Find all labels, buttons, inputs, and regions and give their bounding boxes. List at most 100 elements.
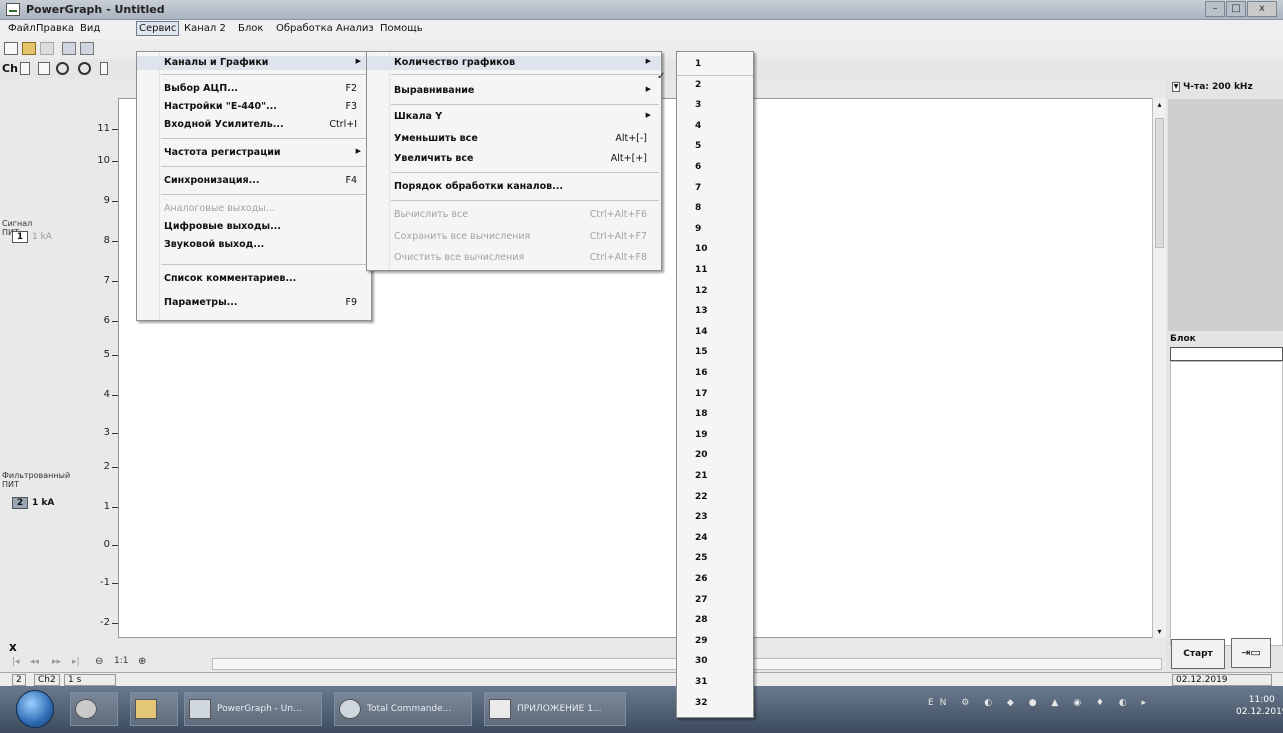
block-input[interactable] [1170, 347, 1283, 361]
close-button[interactable]: x [1247, 1, 1277, 17]
taskbar-document[interactable]: ПРИЛОЖЕНИЕ 1... [484, 692, 626, 726]
menu-item-count-28[interactable]: 28 [677, 614, 753, 630]
channel-dropdown-icon[interactable] [20, 62, 30, 75]
taskbar-powergraph[interactable]: PowerGraph - Un... [184, 692, 322, 726]
block-list[interactable] [1170, 361, 1283, 646]
menu-channel2[interactable]: Канал 2 [184, 23, 226, 34]
taskbar-total-commander[interactable]: Total Commande... [334, 692, 472, 726]
scroll-down-icon[interactable]: ▾ [1155, 627, 1164, 636]
zoom-out-time-icon[interactable]: ⊖ [95, 656, 103, 667]
zoom-in-time-icon[interactable]: ⊕ [138, 656, 146, 667]
menu-item-processing-order[interactable]: Порядок обработки каналов... [367, 180, 661, 194]
menu-item-channels-graphs[interactable]: Каналы и Графики ▶ [137, 56, 371, 70]
menu-view[interactable]: Вид [80, 23, 100, 34]
channel2-number[interactable]: 2 [12, 497, 28, 509]
menu-item-e440-settings[interactable]: Настройки "E-440"... F3 [137, 100, 371, 114]
save-icon[interactable] [62, 42, 76, 55]
zoom-out-icon[interactable] [78, 62, 91, 75]
chevron-down-icon[interactable]: ▼ [1172, 82, 1180, 92]
menu-item-count-16[interactable]: 16 [677, 367, 753, 383]
menu-item-count-18[interactable]: 18 [677, 408, 753, 424]
menu-help[interactable]: Помощь [380, 23, 423, 34]
menu-item-shrink-all[interactable]: Уменьшить все Alt+[-] [367, 132, 661, 146]
menu-item-comments-list[interactable]: Список комментариев... [137, 272, 371, 286]
channel2-scale[interactable]: 1 kA [32, 498, 54, 508]
menu-item-count-9[interactable]: 9 [677, 223, 753, 239]
scroll-thumb[interactable] [1155, 118, 1164, 248]
record-icon[interactable]: ⇥▭ [1231, 638, 1271, 668]
menu-item-adc-select[interactable]: Выбор АЦП... F2 [137, 82, 371, 96]
menu-item-graph-count[interactable]: Количество графиков ▶ [367, 56, 661, 70]
menu-item-count-17[interactable]: 17 [677, 388, 753, 404]
save-as-icon[interactable] [80, 42, 94, 55]
menu-item-count-25[interactable]: 25 [677, 552, 753, 568]
menu-item-count-11[interactable]: 11 [677, 264, 753, 280]
menu-item-count-10[interactable]: 10 [677, 243, 753, 259]
menu-item-sound-output[interactable]: Звуковой выход... [137, 238, 371, 252]
menu-item-count-29[interactable]: 29 [677, 635, 753, 651]
zoom-in-icon[interactable] [56, 62, 69, 75]
menu-item-count-14[interactable]: 14 [677, 326, 753, 342]
forward-icon[interactable]: ▸▸ [52, 657, 61, 667]
zoom-ratio[interactable]: 1:1 [114, 656, 128, 666]
menu-item-sample-rate[interactable]: Частота регистрации ▶ [137, 146, 371, 160]
windows-start-icon[interactable] [16, 690, 54, 728]
menu-item-count-21[interactable]: 21 [677, 470, 753, 486]
menu-block[interactable]: Блок [238, 23, 263, 34]
scale-icon[interactable] [100, 62, 108, 75]
menu-item-count-5[interactable]: 5 [677, 140, 753, 156]
new-file-icon[interactable] [4, 42, 18, 55]
rewind-icon[interactable]: ◂◂ [30, 657, 39, 667]
menu-item-count-13[interactable]: 13 [677, 305, 753, 321]
first-page-icon[interactable]: |◂ [12, 657, 20, 667]
import-icon[interactable] [40, 42, 54, 55]
channel1-scale[interactable]: 1 kA [32, 232, 52, 242]
taskbar-explorer-icon[interactable] [130, 692, 178, 726]
menu-item-count-27[interactable]: 27 [677, 594, 753, 610]
menu-service[interactable]: Сервис [136, 21, 180, 36]
menu-edit[interactable]: Правка [36, 23, 74, 34]
menu-item-parameters[interactable]: Параметры... F9 [137, 296, 371, 310]
menu-item-alignment[interactable]: Выравнивание ▶ [367, 84, 661, 98]
menu-item-count-22[interactable]: 22 [677, 491, 753, 507]
menu-item-count-3[interactable]: 3 [677, 99, 753, 115]
taskbar-chrome-icon[interactable] [70, 692, 118, 726]
channel-selector[interactable]: Ch [2, 62, 18, 75]
menu-processing[interactable]: Обработка [276, 23, 333, 34]
menu-item-count-1[interactable]: 1 [677, 58, 753, 74]
last-page-icon[interactable]: ▸| [72, 657, 80, 667]
minimize-button[interactable]: – [1205, 1, 1225, 17]
clock[interactable]: 11:00 02.12.2019 [1236, 694, 1283, 718]
menu-item-count-23[interactable]: 23 [677, 511, 753, 527]
menu-item-y-scale[interactable]: Шкала Y ▶ [367, 110, 661, 124]
menu-item-count-6[interactable]: 6 [677, 161, 753, 177]
sample-rate-select[interactable]: ▼ Ч-та: 200 kHz [1172, 81, 1282, 95]
maximize-button[interactable]: □ [1226, 1, 1246, 17]
menu-item-input-amplifier[interactable]: Входной Усилитель... Ctrl+I [137, 118, 371, 132]
menu-item-sync[interactable]: Синхронизация... F4 [137, 174, 371, 188]
menu-file[interactable]: Файл [8, 23, 36, 34]
menu-item-count-8[interactable]: 8 [677, 202, 753, 218]
menu-item-count-32[interactable]: 32 [677, 697, 753, 713]
menu-item-count-30[interactable]: 30 [677, 655, 753, 671]
system-tray[interactable]: EN ⚙ ◐ ◆ ● ▲ ◉ ♦ ◐ ▸ [928, 698, 1152, 708]
menu-item-enlarge-all[interactable]: Увеличить все Alt+[+] [367, 152, 661, 166]
menu-item-count-4[interactable]: 4 [677, 120, 753, 136]
add-channel-icon[interactable] [38, 62, 50, 75]
menu-item-count-31[interactable]: 31 [677, 676, 753, 692]
menu-item-count-24[interactable]: 24 [677, 532, 753, 548]
language-indicator[interactable]: EN [928, 698, 952, 708]
menu-item-count-26[interactable]: 26 [677, 573, 753, 589]
scroll-up-icon[interactable]: ▴ [1155, 100, 1164, 109]
menu-item-count-20[interactable]: 20 [677, 449, 753, 465]
menu-item-count-7[interactable]: 7 [677, 182, 753, 198]
channel1-number[interactable]: 1 [12, 231, 28, 243]
vertical-scrollbar[interactable]: ▴ ▾ [1152, 98, 1166, 638]
menu-item-digital-outputs[interactable]: Цифровые выходы... [137, 220, 371, 234]
menu-analysis[interactable]: Анализ [336, 23, 374, 34]
close-panel-icon[interactable]: x [9, 640, 17, 654]
start-button[interactable]: Старт [1171, 639, 1225, 669]
menu-item-count-2[interactable]: 2 [677, 79, 753, 95]
menu-item-count-19[interactable]: 19 [677, 429, 753, 445]
menu-item-count-15[interactable]: 15 [677, 346, 753, 362]
